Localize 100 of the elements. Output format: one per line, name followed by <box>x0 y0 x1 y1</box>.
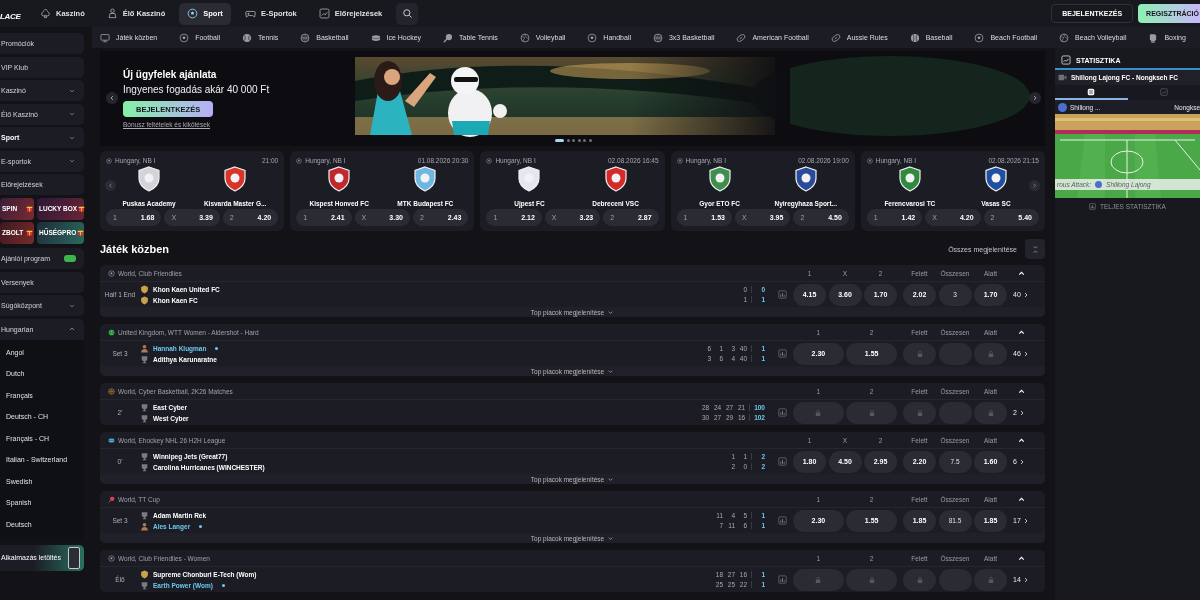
search-icon <box>401 8 413 19</box>
promo-subtitle: Ingyenes fogadás akár 40 000 Ft <box>123 84 270 95</box>
paddle-icon <box>108 495 115 503</box>
odds-button[interactable] <box>903 342 936 365</box>
ball-icon <box>974 32 985 43</box>
bar-chart-icon <box>778 457 787 466</box>
ball-icon <box>587 32 598 43</box>
trophy-icon <box>140 354 149 364</box>
paddle-icon <box>443 32 454 43</box>
lock-icon <box>986 408 995 417</box>
lock-icon <box>915 408 924 417</box>
odds-button[interactable] <box>974 342 1007 365</box>
bar-chart-icon <box>778 516 787 525</box>
lock-icon <box>915 349 924 358</box>
trophy-icon <box>140 451 149 461</box>
basketball-icon <box>652 32 663 43</box>
tennis-ball-icon <box>242 32 253 43</box>
chevron-down-icon <box>607 367 615 375</box>
chevron-up-icon <box>68 325 76 333</box>
ball-icon <box>106 157 112 164</box>
basketball-icon <box>300 32 311 43</box>
carousel-dot[interactable] <box>572 139 575 142</box>
chevron-down-icon <box>607 534 615 542</box>
basketball-icon <box>108 387 115 395</box>
odds-button[interactable] <box>903 568 936 591</box>
bar-chart-icon <box>778 575 787 584</box>
lock-icon <box>867 575 876 584</box>
ball-icon <box>866 157 873 164</box>
gift-icon <box>78 205 86 212</box>
chevron-up-icon <box>1017 327 1026 337</box>
crest-icon <box>140 569 149 579</box>
gift-icon <box>77 229 85 236</box>
monitor-icon <box>100 32 110 43</box>
lock-icon <box>867 408 876 417</box>
chevron-up-icon <box>1017 553 1026 563</box>
chevron-left-icon <box>108 94 116 102</box>
trophy-icon <box>140 510 149 520</box>
odds-button[interactable] <box>793 401 844 424</box>
odds-button[interactable] <box>974 401 1007 424</box>
carousel-dot[interactable] <box>566 139 570 142</box>
odds-button[interactable] <box>793 568 844 591</box>
odds-button[interactable] <box>974 568 1007 591</box>
chart-icon <box>1061 55 1071 65</box>
bar-chart-icon <box>1089 202 1097 210</box>
section-title: Játék közben <box>100 243 170 255</box>
phone-icon <box>68 546 80 569</box>
logo[interactable]: LACE <box>0 6 26 21</box>
volleyball-icon <box>519 32 530 43</box>
next-button[interactable] <box>1029 92 1041 104</box>
chevron-down-icon <box>607 475 615 483</box>
volleyball-icon <box>1059 32 1070 43</box>
trophy-icon <box>140 413 149 423</box>
gamepad-icon <box>244 8 256 19</box>
promo-title: Új ügyfelek ajánlata <box>123 69 217 80</box>
chart-icon <box>318 8 330 19</box>
lock-icon <box>814 408 823 417</box>
team-logo-icon <box>1058 102 1067 112</box>
avatar-icon <box>140 521 149 531</box>
oval-ball-icon <box>830 32 841 43</box>
chevron-right-icon <box>1031 94 1039 102</box>
chevron-down-icon <box>607 308 615 316</box>
odds-button[interactable] <box>846 568 897 591</box>
ball-icon <box>486 157 493 164</box>
trophy-icon <box>140 462 149 472</box>
trophy-icon <box>140 580 149 590</box>
odds-button[interactable] <box>846 401 897 424</box>
trophy-icon <box>140 402 149 412</box>
chevron-up-icon <box>1017 494 1026 504</box>
puck-icon <box>108 436 115 444</box>
video-icon <box>1058 73 1067 82</box>
bar-chart-icon <box>778 349 787 358</box>
figure-icon <box>106 8 118 19</box>
avatar-icon <box>140 343 149 353</box>
list-icon <box>1087 87 1096 96</box>
collapse-button[interactable] <box>1025 239 1045 259</box>
chart-icon <box>1159 87 1168 96</box>
carousel-dot[interactable] <box>577 139 581 142</box>
chevron-right-icon <box>1031 182 1038 189</box>
lock-icon <box>814 575 823 584</box>
odds-button[interactable] <box>903 401 936 424</box>
puck-icon <box>370 32 381 43</box>
lock-icon <box>915 575 924 584</box>
chevron-left-icon <box>107 182 114 189</box>
search-button[interactable] <box>396 2 419 25</box>
carousel-dot[interactable] <box>588 139 592 142</box>
spade-icon <box>40 8 51 19</box>
chevron-down-icon <box>68 110 76 118</box>
chevron-up-icon <box>1017 268 1026 278</box>
ball-icon <box>179 32 190 43</box>
gift-icon <box>26 205 33 212</box>
baseball-icon <box>909 32 920 43</box>
oval-ball-icon <box>736 32 747 43</box>
bar-chart-icon <box>778 408 787 417</box>
lock-icon <box>986 349 995 358</box>
ball-icon <box>676 157 683 164</box>
carousel-dot[interactable] <box>583 139 586 142</box>
previous-button[interactable] <box>106 92 118 104</box>
ball-icon <box>108 269 115 277</box>
glove-icon <box>1148 32 1159 43</box>
bar-chart-icon <box>778 290 787 299</box>
